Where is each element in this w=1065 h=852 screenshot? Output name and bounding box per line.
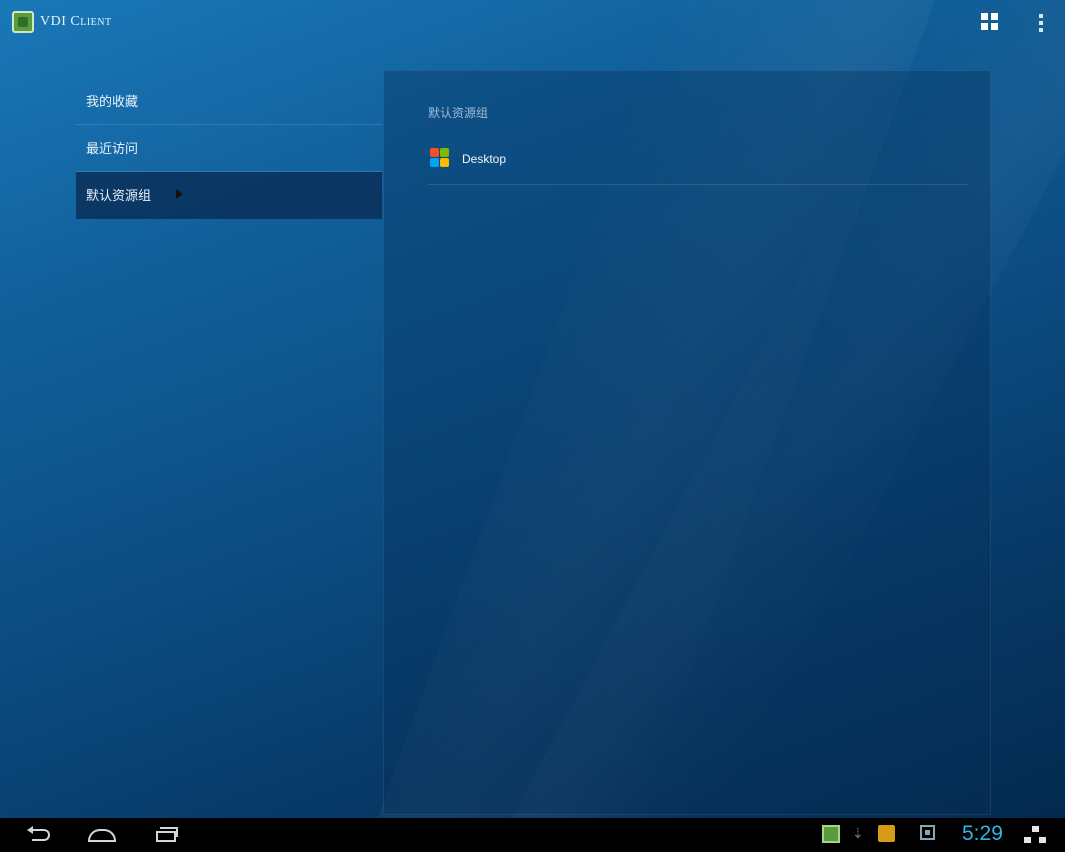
- screenshot-icon[interactable]: [920, 825, 935, 840]
- notes-icon[interactable]: [878, 825, 895, 842]
- action-bar: VDI Client: [0, 0, 1065, 44]
- vdi-client-notification-icon[interactable]: [822, 825, 840, 843]
- system-navigation-bar: ⇣ 5:29: [0, 818, 1065, 852]
- sidebar-item-default-resource-group[interactable]: 默认资源组: [76, 172, 382, 219]
- sidebar-item-favorites[interactable]: 我的收藏: [76, 78, 382, 125]
- panel-heading: 默认资源组: [428, 106, 489, 120]
- windows-logo-icon: [430, 148, 450, 168]
- download-icon[interactable]: ⇣: [852, 825, 864, 841]
- vdi-client-logo-icon: [12, 11, 34, 33]
- recent-apps-icon[interactable]: [150, 823, 182, 847]
- app-title: VDI Client: [40, 14, 112, 29]
- sidebar-item-label: 默认资源组: [86, 188, 152, 203]
- resource-item-desktop[interactable]: Desktop: [428, 148, 968, 185]
- home-icon[interactable]: [84, 823, 120, 847]
- sidebar: 我的收藏 最近访问 默认资源组: [76, 78, 382, 219]
- back-icon[interactable]: [26, 823, 56, 847]
- resource-panel: 默认资源组 Desktop: [383, 70, 991, 815]
- clock[interactable]: 5:29: [962, 822, 1003, 846]
- vertical-dots-icon[interactable]: [1038, 12, 1044, 34]
- resource-label: Desktop: [462, 152, 507, 166]
- sidebar-item-recent[interactable]: 最近访问: [76, 125, 382, 172]
- network-icon[interactable]: [1024, 826, 1046, 844]
- grid-icon[interactable]: [981, 13, 999, 31]
- sidebar-item-label: 最近访问: [86, 141, 139, 156]
- sidebar-item-label: 我的收藏: [86, 94, 139, 109]
- mouse-cursor-icon: [176, 189, 183, 199]
